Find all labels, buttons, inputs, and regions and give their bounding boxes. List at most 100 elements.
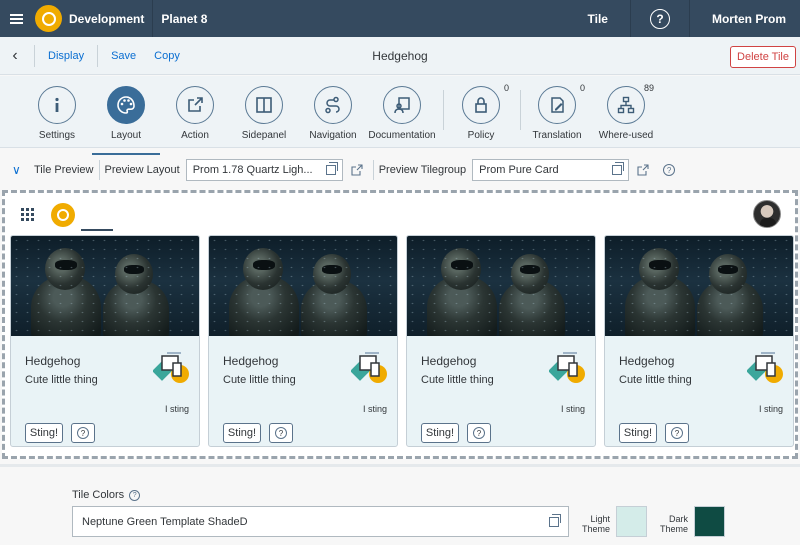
open-external-icon[interactable]	[351, 164, 363, 176]
launchpad-header	[5, 193, 795, 233]
tab-label: Action	[181, 130, 209, 141]
tile-card[interactable]: Hedgehog Cute little thing I sting Sting…	[10, 235, 200, 447]
tile-info: I sting	[362, 404, 387, 414]
open-external-icon[interactable]	[637, 164, 649, 176]
tile-subtitle: Cute little thing	[421, 374, 494, 386]
tile-colors-label: Tile Colors ?	[72, 489, 141, 501]
app-title: Development	[69, 11, 145, 26]
preview-layout-field[interactable]: Prom 1.78 Quartz Ligh...	[185, 159, 343, 181]
light-theme-swatch[interactable]	[616, 506, 647, 537]
tab-label: Where-used	[598, 130, 654, 141]
tile-card[interactable]: Hedgehog Cute little thing I sting Sting…	[406, 235, 596, 447]
tile-title: Hedgehog	[421, 354, 477, 368]
system-name: Planet 8	[161, 11, 208, 26]
user-menu-button[interactable]: Morten Prom	[698, 12, 800, 26]
tile-title: Hedgehog	[619, 354, 675, 368]
toolbar-separator	[34, 44, 35, 67]
sting-button[interactable]: Sting!	[223, 423, 261, 443]
app-logo[interactable]	[35, 5, 62, 32]
preview-bar: ∨ Tile Preview Preview Layout Prom 1.78 …	[0, 155, 800, 185]
tile-list: Hedgehog Cute little thing I sting Sting…	[10, 235, 794, 447]
sting-button[interactable]: Sting!	[421, 423, 459, 443]
help-icon[interactable]: ?	[129, 489, 141, 501]
help-icon[interactable]: ?	[649, 8, 670, 29]
tile-card[interactable]: Hedgehog Cute little thing I sting Sting…	[208, 235, 398, 447]
delete-tile-button[interactable]: Delete Tile	[730, 46, 796, 68]
preview-tilegroup-field[interactable]: Prom Pure Card	[472, 159, 630, 181]
translation-count: 0	[579, 83, 585, 93]
tile-help-button[interactable]: ?	[71, 423, 95, 443]
tile-help-button[interactable]: ?	[467, 423, 491, 443]
tile-image	[11, 236, 199, 336]
preview-separator	[98, 160, 100, 180]
palette-icon	[107, 86, 145, 124]
help-icon: ?	[275, 427, 287, 439]
display-button[interactable]: Display	[39, 50, 93, 62]
tab-navigation[interactable]: Navigation	[295, 86, 371, 141]
shell-separator	[688, 0, 690, 37]
split-panel-icon	[245, 86, 283, 124]
dark-theme-swatch[interactable]	[694, 506, 725, 537]
help-icon[interactable]: ?	[663, 164, 676, 176]
tile-image	[605, 236, 793, 336]
tab-documentation[interactable]: Documentation	[364, 86, 440, 141]
tile-title: Hedgehog	[25, 354, 81, 368]
launchpad-active-tab[interactable]	[81, 229, 113, 231]
devices-icon	[153, 352, 189, 383]
value-help-icon[interactable]	[325, 162, 338, 175]
tab-label: Settings	[38, 130, 76, 141]
tab-action[interactable]: Action	[157, 86, 233, 141]
tile-colors-field[interactable]: Neptune Green Template ShadeD	[72, 506, 569, 537]
tab-where-used[interactable]: 89 Where-used	[588, 83, 664, 141]
tile-card[interactable]: Hedgehog Cute little thing I sting Sting…	[604, 235, 794, 447]
launchpad-logo[interactable]	[51, 203, 75, 227]
preview-separator	[372, 160, 374, 180]
tab-translation[interactable]: 0 Translation	[519, 83, 595, 141]
tile-help-button[interactable]: ?	[269, 423, 293, 443]
shell-separator	[152, 0, 154, 37]
value-help-icon[interactable]	[612, 162, 625, 175]
sting-button[interactable]: Sting!	[25, 423, 63, 443]
tile-help-button[interactable]: ?	[665, 423, 689, 443]
tab-settings[interactable]: Settings	[19, 86, 95, 141]
info-icon	[38, 86, 76, 124]
copy-button[interactable]: Copy	[145, 50, 189, 62]
back-icon[interactable]: ‹	[0, 47, 30, 65]
tab-layout[interactable]: Layout	[88, 86, 164, 155]
tile-subtitle: Cute little thing	[223, 374, 296, 386]
tile-title: Hedgehog	[223, 354, 279, 368]
share-icon	[176, 86, 214, 124]
route-icon	[314, 86, 352, 124]
tile-preview-label: Tile Preview	[34, 164, 94, 176]
sting-button[interactable]: Sting!	[619, 423, 657, 443]
menu-icon[interactable]	[0, 0, 32, 37]
dark-theme-label: Dark Theme	[659, 514, 688, 534]
value-help-icon[interactable]	[549, 513, 561, 527]
shell-separator	[629, 0, 631, 37]
tile-menu-button[interactable]: Tile	[574, 12, 622, 26]
tab-label: Navigation	[309, 130, 357, 141]
tab-label: Layout	[110, 130, 142, 141]
collapse-chevron-icon[interactable]: ∨	[12, 163, 26, 177]
tab-policy[interactable]: 0 Policy	[443, 83, 519, 141]
object-toolbar: ‹ Display Save Copy Hedgehog Delete Tile	[0, 37, 800, 75]
tab-label: Policy	[467, 130, 495, 141]
devices-icon	[351, 352, 387, 383]
tile-info: I sting	[758, 404, 783, 414]
section-divider	[0, 464, 800, 467]
save-button[interactable]: Save	[102, 50, 145, 62]
policy-count: 0	[503, 83, 509, 93]
app-grid-icon[interactable]	[21, 208, 35, 222]
help-icon: ?	[77, 427, 89, 439]
tile-info: I sting	[164, 404, 189, 414]
preview-tilegroup-value: Prom Pure Card	[479, 164, 559, 176]
devices-icon	[747, 352, 783, 383]
lock-icon: 0	[462, 83, 509, 124]
preview-layout-label: Preview Layout	[104, 164, 180, 176]
tile-info: I sting	[560, 404, 585, 414]
avatar[interactable]	[753, 200, 781, 228]
shell-bar: Development Planet 8 Tile ? Morten Prom	[0, 0, 800, 37]
tile-subtitle: Cute little thing	[25, 374, 98, 386]
tab-sidepanel[interactable]: Sidepanel	[226, 86, 302, 141]
tile-image	[209, 236, 397, 336]
